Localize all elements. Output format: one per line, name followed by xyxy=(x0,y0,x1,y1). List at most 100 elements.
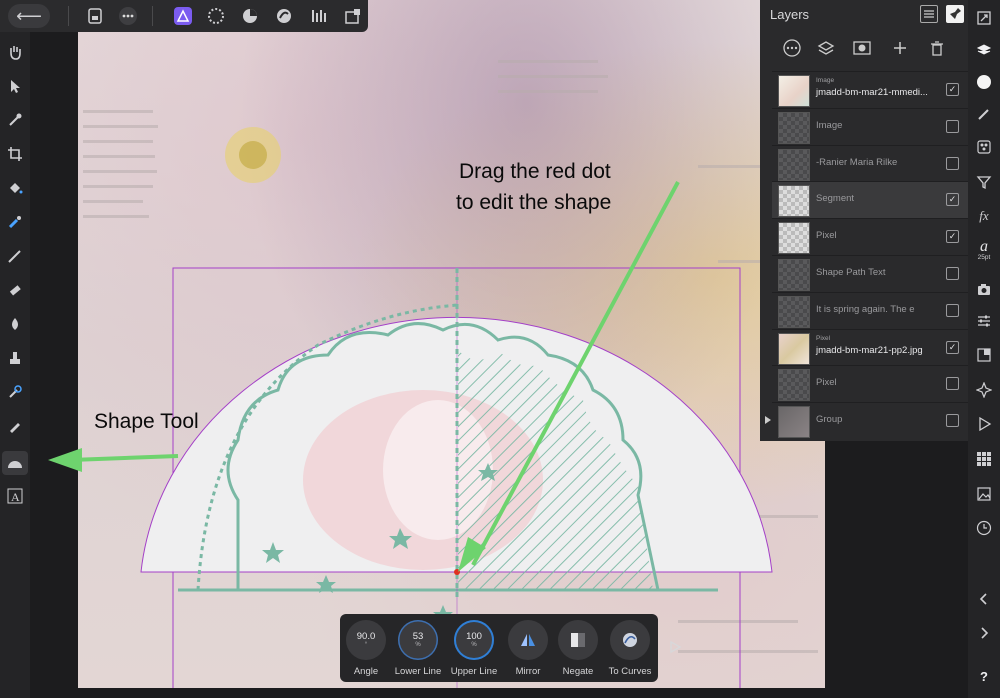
annotation-drag-line1: Drag the red dot xyxy=(459,160,611,183)
layer-name: -Ranier Maria Rilke xyxy=(816,156,898,168)
delete-layer-icon[interactable] xyxy=(925,36,949,60)
selection-brush-icon[interactable] xyxy=(5,212,25,232)
angle-label: Angle xyxy=(353,666,379,677)
add-layer-icon[interactable] xyxy=(888,36,912,60)
document-canvas[interactable]: Drag the red dot to edit the shape Shape… xyxy=(78,0,825,688)
layer-row[interactable]: Group xyxy=(765,402,968,439)
layer-row[interactable]: Image jmadd-bm-mar21-mmedi... ✓ xyxy=(772,71,968,108)
clone-tool-icon[interactable] xyxy=(5,348,25,368)
layer-options-icon[interactable] xyxy=(780,36,804,60)
panel-menu-icon[interactable] xyxy=(920,5,938,23)
brushes-studio-icon[interactable] xyxy=(974,104,994,124)
stock-image-icon[interactable] xyxy=(974,484,994,504)
undo-chevron-icon[interactable] xyxy=(974,589,994,609)
mirror-button[interactable] xyxy=(508,620,548,660)
photo-persona-icon[interactable] xyxy=(173,4,193,28)
layer-row[interactable]: It is spring again. The e xyxy=(772,291,968,329)
annotation-drag-line2: to edit the shape xyxy=(456,191,612,214)
channels-studio-icon[interactable] xyxy=(974,137,994,157)
adjustment-layers-icon[interactable] xyxy=(814,36,838,60)
artistic-text-tool-icon[interactable]: A xyxy=(5,486,25,506)
hand-tool-icon[interactable] xyxy=(5,42,25,62)
left-tools-panel: A xyxy=(0,32,30,698)
back-arrow-icon: ⟵ xyxy=(16,5,42,26)
layer-row[interactable]: Shape Path Text xyxy=(772,255,968,292)
layer-visibility-checkbox[interactable] xyxy=(946,119,959,133)
swatches-studio-icon[interactable] xyxy=(974,449,994,469)
layer-visibility-checkbox[interactable] xyxy=(946,267,959,280)
redo-chevron-icon[interactable] xyxy=(974,623,994,643)
share-icon[interactable] xyxy=(343,4,363,28)
history-play-icon[interactable] xyxy=(974,414,994,434)
pen-tool-icon[interactable] xyxy=(5,416,25,436)
layer-name: Pixel xyxy=(816,230,837,242)
to-curves-button[interactable] xyxy=(610,620,650,660)
segment-shape-tool-icon[interactable] xyxy=(2,451,28,475)
fx-studio-icon[interactable]: fx xyxy=(974,206,994,226)
blemish-remover-icon[interactable] xyxy=(5,382,25,402)
pin-icon[interactable] xyxy=(946,5,964,23)
document-icon[interactable] xyxy=(86,4,104,28)
navigator-icon[interactable] xyxy=(974,8,994,28)
lower-line-value: 53 xyxy=(412,630,424,642)
develop-persona-icon[interactable] xyxy=(240,4,260,28)
angle-dial[interactable]: 90.0 ° xyxy=(346,620,386,660)
color-picker-icon[interactable] xyxy=(5,110,25,130)
layer-visibility-checkbox[interactable] xyxy=(946,303,959,317)
upper-line-dial[interactable]: 100 % xyxy=(454,620,494,660)
more-icon[interactable] xyxy=(117,4,139,28)
layer-thumbnail xyxy=(778,75,810,107)
liquify-persona-icon[interactable] xyxy=(206,4,226,28)
history-clock-icon[interactable] xyxy=(974,518,994,538)
svg-text:A: A xyxy=(11,490,20,504)
layer-visibility-checkbox[interactable] xyxy=(946,156,959,170)
lower-line-unit: % xyxy=(415,641,421,648)
transform-studio-icon[interactable] xyxy=(974,345,994,365)
angle-value: 90.0 xyxy=(356,630,376,642)
layer-row[interactable]: Pixel ✓ xyxy=(772,218,968,255)
layer-thumbnail xyxy=(778,369,810,402)
layer-visibility-checkbox[interactable] xyxy=(946,414,959,428)
export-persona-icon[interactable] xyxy=(309,4,329,28)
snapping-studio-icon[interactable] xyxy=(974,380,994,400)
filter-funnel-icon[interactable] xyxy=(974,172,994,192)
layer-row[interactable]: Pixel jmadd-bm-mar21-pp2.jpg ✓ xyxy=(772,328,968,366)
layer-visibility-checkbox[interactable]: ✓ xyxy=(946,83,959,96)
layer-row[interactable]: Segment ✓ xyxy=(772,181,968,219)
help-button[interactable]: ? xyxy=(974,666,994,686)
layer-visibility-checkbox[interactable]: ✓ xyxy=(946,230,959,244)
lower-line-dial[interactable]: 53 % xyxy=(398,620,438,660)
crop-tool-icon[interactable] xyxy=(5,144,25,164)
layers-studio-icon[interactable] xyxy=(974,40,994,60)
erase-brush-icon[interactable] xyxy=(5,280,25,300)
layer-thumbnail xyxy=(778,259,810,291)
negate-label: Negate xyxy=(562,666,594,677)
text-styles-studio-icon[interactable]: a 25pt xyxy=(974,236,994,264)
layer-thumbnail xyxy=(778,332,810,365)
context-expand-icon[interactable] xyxy=(668,640,682,654)
layer-name: jmadd-bm-mar21-pp2.jpg xyxy=(816,344,923,356)
expand-group-icon[interactable] xyxy=(765,416,771,425)
back-button[interactable]: ⟵ xyxy=(8,4,50,28)
layer-thumbnail xyxy=(778,222,810,255)
fill-tool-icon[interactable] xyxy=(5,178,25,198)
layer-row[interactable]: Image xyxy=(772,107,968,145)
color-studio-icon[interactable] xyxy=(974,72,994,92)
layer-row[interactable]: -Ranier Maria Rilke xyxy=(772,144,968,182)
angle-unit: ° xyxy=(364,641,368,648)
layer-visibility-checkbox[interactable] xyxy=(946,377,959,391)
tone-mapping-persona-icon[interactable] xyxy=(274,4,294,28)
mask-layer-icon[interactable] xyxy=(850,36,874,60)
adjustments-sliders-icon[interactable] xyxy=(974,311,994,331)
layer-visibility-checkbox[interactable]: ✓ xyxy=(946,340,959,354)
move-tool-icon[interactable] xyxy=(5,76,25,96)
layer-row[interactable]: Pixel xyxy=(772,365,968,402)
layer-type-label: Image xyxy=(816,77,835,84)
layer-visibility-checkbox[interactable]: ✓ xyxy=(946,193,959,207)
layer-name: Image xyxy=(816,119,843,131)
context-toolbar: 90.0 ° Angle 53 % Lower Line 100 % Upper… xyxy=(340,614,658,682)
dodge-tool-icon[interactable] xyxy=(5,314,25,334)
negate-button[interactable] xyxy=(558,620,598,660)
camera-studio-icon[interactable] xyxy=(974,279,994,299)
paint-brush-icon[interactable] xyxy=(5,246,25,266)
